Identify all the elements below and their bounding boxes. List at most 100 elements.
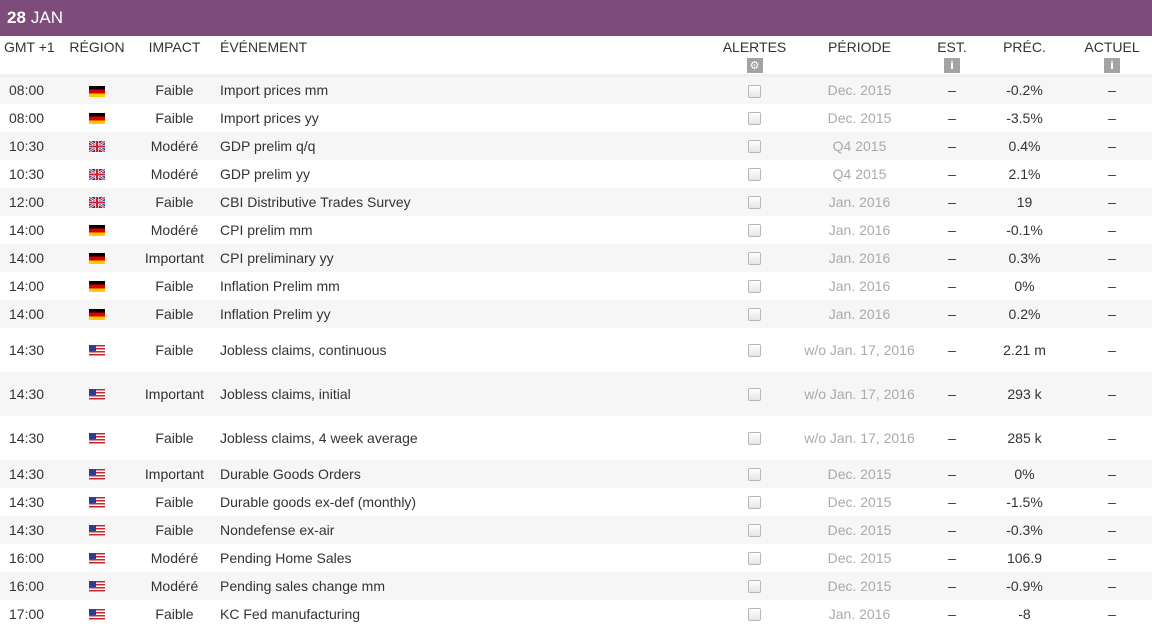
event-impact: Faible	[155, 277, 194, 294]
event-row[interactable]: 08:00 Faible Import prices mm Dec. 2015– -0.…	[0, 74, 1152, 104]
event-row[interactable]: 08:00 Faible Import prices yy Dec. 2015 – -3.…	[0, 103, 1152, 132]
event-row[interactable]: 14:00 Modéré CPI prelim mm Jan. 2016 – -0.1% –	[0, 215, 1152, 244]
event-name[interactable]: GDP prelim yy	[217, 160, 717, 188]
alert-checkbox[interactable]	[748, 468, 761, 482]
event-name[interactable]: GDP prelim q/q	[217, 132, 717, 160]
event-name[interactable]: Jobless claims, continuous	[217, 328, 717, 372]
event-name[interactable]: CPI preliminary yy	[217, 244, 717, 272]
alert-checkbox[interactable]	[748, 388, 761, 402]
event-previous: 293 k	[1007, 385, 1042, 402]
col-header-prec[interactable]: PRÉC.	[977, 36, 1072, 76]
col-header-est-label: EST.	[937, 39, 967, 55]
alert-cell	[717, 544, 792, 572]
alert-checkbox[interactable]	[748, 308, 761, 322]
event-row[interactable]: 14:30 Important Durable Goods Orders Dec. 2…	[0, 459, 1152, 488]
col-header-region[interactable]: RÉGION	[62, 36, 132, 76]
alert-checkbox[interactable]	[748, 552, 761, 566]
event-row[interactable]: 16:00 Modéré Pending sales change mm Dec. 2…	[0, 571, 1152, 600]
alert-checkbox[interactable]	[748, 280, 761, 294]
event-previous: 0.2%	[1008, 305, 1041, 322]
col-header-event[interactable]: ÉVÉNEMENT	[217, 36, 717, 76]
alert-checkbox[interactable]	[748, 344, 761, 358]
event-period: Jan. 2016	[828, 305, 891, 322]
event-name[interactable]: Nondefense ex-air	[217, 516, 717, 544]
alert-cell	[717, 132, 792, 160]
event-name[interactable]: Jobless claims, initial	[217, 372, 717, 416]
event-impact: Faible	[155, 305, 194, 322]
event-name[interactable]: Jobless claims, 4 week average	[217, 416, 717, 460]
alert-checkbox[interactable]	[748, 524, 761, 538]
alert-checkbox[interactable]	[748, 196, 761, 210]
alert-cell	[717, 572, 792, 600]
event-period: w/o Jan. 17, 2016	[804, 341, 915, 358]
event-row[interactable]: 12:00 Faible CBI Distributive Trades Surve…	[0, 187, 1152, 216]
region-flag-icon-us	[62, 328, 132, 372]
event-time: 16:00	[9, 577, 45, 594]
alert-checkbox[interactable]	[748, 608, 761, 622]
gear-icon[interactable]: ⚙	[746, 58, 763, 73]
event-impact: Faible	[155, 429, 194, 446]
event-row[interactable]: 14:30 Important Jobless claims, initial w/o…	[0, 371, 1152, 416]
event-row[interactable]: 14:30 Faible Nondefense ex-air Dec. 2015 – -0…	[0, 515, 1152, 544]
event-row[interactable]: 10:30 Modéré GDP prelim q/q Q4 2015 – 0.4% –	[0, 131, 1152, 160]
info-icon[interactable]: i	[944, 58, 960, 73]
event-row[interactable]: 14:00 Faible Inflation Prelim yy Jan. 2016 –…	[0, 299, 1152, 328]
event-period: Dec. 2015	[827, 493, 892, 510]
event-name[interactable]: CPI prelim mm	[217, 216, 717, 244]
alert-checkbox[interactable]	[748, 112, 761, 126]
table-header-row: GMT +1 RÉGION IMPACT ÉVÉNEMENT ALERTES ⚙…	[0, 36, 1152, 76]
event-time: 14:30	[9, 429, 45, 446]
event-row[interactable]: 14:00 Faible Inflation Prelim mm Jan. 2016 –…	[0, 271, 1152, 300]
alert-checkbox[interactable]	[748, 140, 761, 154]
events-body: 08:00 Faible Import prices mm Dec. 2015– -0.…	[0, 74, 1152, 628]
col-header-impact[interactable]: IMPACT	[132, 36, 217, 76]
event-name[interactable]: Durable Goods Orders	[217, 460, 717, 488]
event-name[interactable]: Pending Home Sales	[217, 544, 717, 572]
event-name[interactable]: Inflation Prelim mm	[217, 272, 717, 300]
event-row[interactable]: 17:00 Faible KC Fed manufacturing Jan. 2016…	[0, 599, 1152, 628]
event-impact: Important	[144, 385, 205, 402]
event-period: Jan. 2016	[828, 605, 891, 622]
alert-checkbox[interactable]	[748, 580, 761, 594]
alert-cell	[717, 516, 792, 544]
alert-cell	[717, 372, 792, 416]
event-name[interactable]: KC Fed manufacturing	[217, 600, 717, 628]
alert-checkbox[interactable]	[748, 224, 761, 238]
event-name[interactable]: Durable goods ex-def (monthly)	[217, 488, 717, 516]
alert-checkbox[interactable]	[748, 432, 761, 446]
info-icon[interactable]: i	[1104, 58, 1120, 73]
event-impact: Modéré	[150, 137, 199, 154]
col-header-time[interactable]: GMT +1	[0, 36, 62, 76]
event-name[interactable]: Pending sales change mm	[217, 572, 717, 600]
alert-checkbox[interactable]	[748, 496, 761, 510]
event-name[interactable]: CBI Distributive Trades Survey	[217, 188, 717, 216]
event-name[interactable]: Import prices yy	[217, 104, 717, 132]
event-previous: -0.9%	[1006, 577, 1043, 594]
event-period: Dec. 2015	[827, 549, 892, 566]
event-name[interactable]: Import prices mm	[217, 74, 717, 104]
event-previous: -0.3%	[1006, 521, 1043, 538]
event-row[interactable]: 10:30 Modéré GDP prelim yy Q4 2015 – 2.1% –	[0, 159, 1152, 188]
event-impact: Faible	[132, 74, 217, 104]
event-estimate: –	[948, 465, 956, 482]
event-row[interactable]: 14:30 Faible Jobless claims, 4 week averag…	[0, 415, 1152, 460]
day-month: JAN	[30, 8, 64, 27]
event-name[interactable]: Inflation Prelim yy	[217, 300, 717, 328]
event-row[interactable]: 16:00 Modéré Pending Home Sales Dec. 2015 – 1…	[0, 543, 1152, 572]
event-estimate: –	[927, 74, 977, 104]
region-flag-icon-us	[62, 488, 132, 516]
event-impact: Faible	[155, 605, 194, 622]
event-estimate: –	[948, 605, 956, 622]
event-actual: –	[1108, 521, 1116, 538]
event-period: Q4 2015	[832, 137, 887, 154]
event-row[interactable]: 14:30 Faible Jobless claims, continuous w/o…	[0, 327, 1152, 372]
alert-checkbox[interactable]	[748, 252, 761, 266]
event-row[interactable]: 14:30 Faible Durable goods ex-def (monthly…	[0, 487, 1152, 516]
region-flag-icon-de	[62, 74, 132, 104]
event-row[interactable]: 14:00 Important CPI preliminary yy Jan. 201…	[0, 243, 1152, 272]
alert-checkbox[interactable]	[748, 168, 761, 182]
col-header-period[interactable]: PÉRIODE	[792, 36, 927, 76]
region-flag-icon-de	[62, 104, 132, 132]
alert-cell	[717, 416, 792, 460]
alert-checkbox[interactable]	[748, 85, 761, 99]
